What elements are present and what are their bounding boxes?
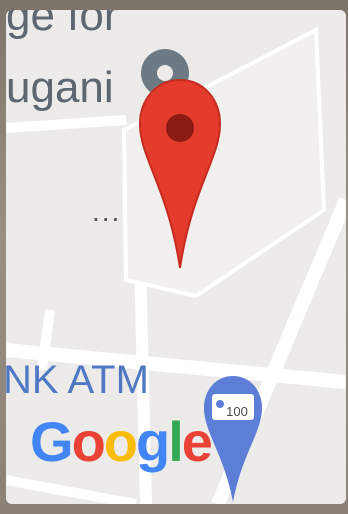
photo-frame: ge for ugani ... NK ATM 100 Google — [0, 0, 348, 514]
atm-pin-icon[interactable]: 100 — [202, 374, 264, 504]
atm-badge-value: 100 — [226, 404, 248, 419]
overflow-dots: ... — [92, 196, 122, 227]
google-logo-letter: o — [71, 410, 106, 473]
google-logo-letter: o — [103, 410, 138, 473]
google-logo-letter: G — [30, 410, 74, 473]
google-logo-letter: g — [136, 410, 170, 473]
google-logo-letter: e — [181, 410, 213, 473]
place-label-line1: ge for — [6, 10, 119, 40]
map-pin-icon[interactable] — [138, 78, 222, 279]
map-view[interactable]: ge for ugani ... NK ATM 100 Google — [6, 10, 346, 504]
google-logo-letter: l — [168, 410, 184, 473]
place-label-line2: ugani — [6, 63, 114, 112]
atm-place-label: NK ATM — [6, 358, 149, 402]
google-logo: Google — [30, 410, 213, 473]
